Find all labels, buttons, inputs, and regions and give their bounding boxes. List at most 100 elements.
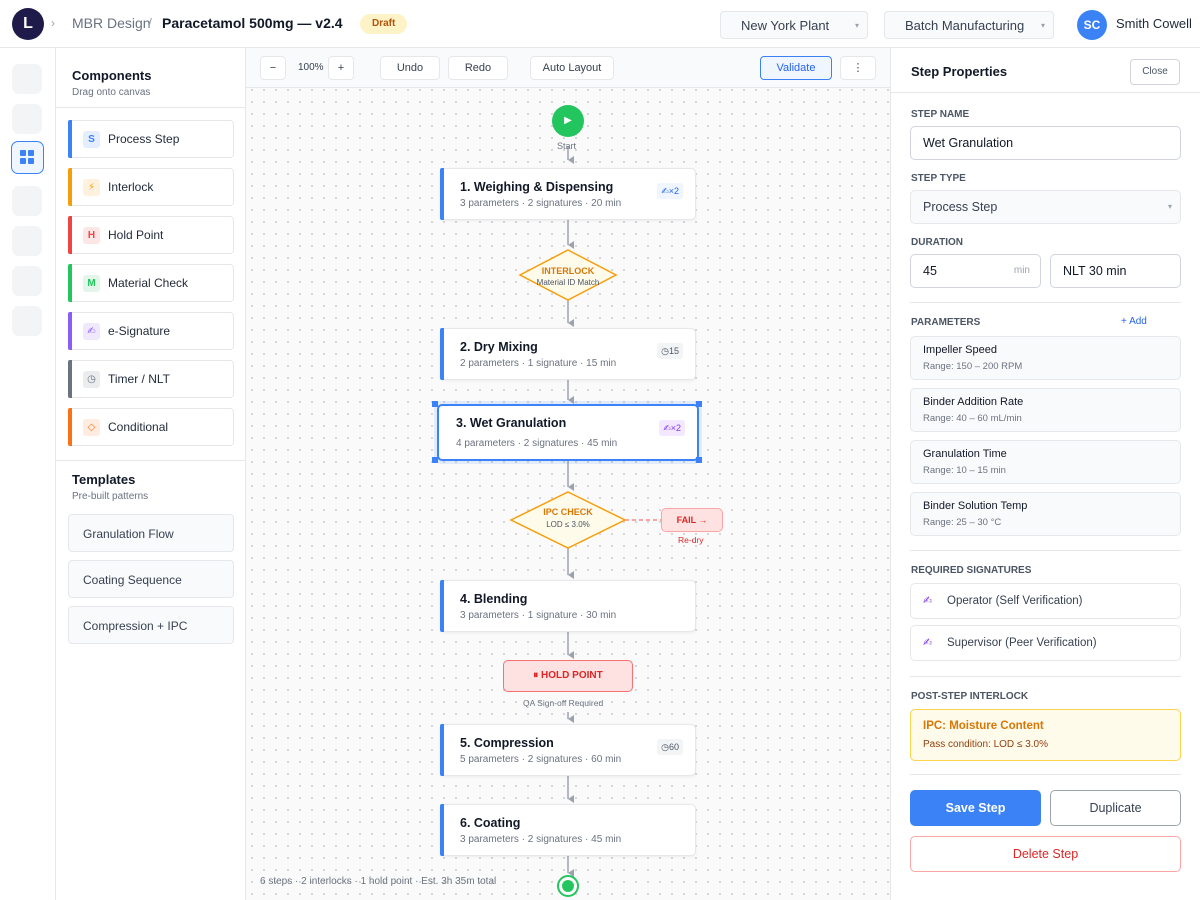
step-type-select[interactable]: Process Step ▾ [910,190,1181,224]
zoom-in-button[interactable]: + [328,56,354,80]
component-icon: M [83,275,100,292]
avatar[interactable]: SC [1077,10,1107,40]
resize-handle[interactable] [432,457,438,463]
parameter-item[interactable]: Binder Solution Temp Range: 25 – 30 °C [910,492,1181,536]
start-node[interactable]: ▶ [552,105,584,137]
step-accent-bar [440,804,444,856]
grid-icon [20,150,34,164]
app-logo[interactable]: L [12,8,44,40]
zoom-out-button[interactable]: − [260,56,286,80]
validate-button[interactable]: Validate [760,56,832,80]
hold-point-node[interactable]: ⏸ HOLD POINT [503,660,633,692]
parameter-name: Granulation Time [923,448,1007,460]
rail-item-4[interactable] [12,186,42,216]
template-item[interactable]: Compression + IPC [68,606,234,644]
rail-item-5[interactable] [12,226,42,256]
rail-item-2[interactable] [12,104,42,134]
divider [910,774,1181,775]
nlt-input[interactable]: NLT 30 min [1050,254,1181,288]
step-type-label: STEP TYPE [911,173,966,184]
template-label: Compression + IPC [83,619,188,633]
component-timer-nlt[interactable]: ◷ Timer / NLT [68,360,234,398]
process-select[interactable]: Batch Manufacturing ▾ [884,11,1054,39]
close-button[interactable]: Close [1130,59,1180,85]
fail-branch-tag[interactable]: FAIL → [661,508,723,532]
flow-step-3-selected[interactable]: 3. Wet Granulation 4 parameters · 2 sign… [437,404,699,461]
properties-header: Step Properties Close [891,48,1200,93]
component-icon: ✍ [83,323,100,340]
flow-summary: 6 steps · 2 interlocks · 1 hold point · … [260,876,497,887]
component-material-check[interactable]: M Material Check [68,264,234,302]
interlock-subtitle: Material ID Match [536,278,600,287]
divider [910,676,1181,677]
flow-step-2[interactable]: 2. Dry Mixing 2 parameters · 1 signature… [440,328,696,380]
parameter-name: Binder Solution Temp [923,500,1028,512]
component-process-step[interactable]: S Process Step [68,120,234,158]
resize-handle[interactable] [696,457,702,463]
component-label: Material Check [108,276,189,290]
component-e-signature[interactable]: ✍ e-Signature [68,312,234,350]
undo-button[interactable]: Undo [380,56,440,80]
parameter-name: Impeller Speed [923,344,997,356]
component-conditional[interactable]: ◇ Conditional [68,408,234,446]
end-node[interactable] [557,875,579,897]
signature-item[interactable]: ✍ Supervisor (Peer Verification) [910,625,1181,661]
components-title: Components [72,68,152,83]
flow-canvas[interactable]: − 100% + Undo Redo Auto Layout Validate … [246,48,890,900]
step-name-label: STEP NAME [911,109,970,120]
flow-step-5[interactable]: 5. Compression 5 parameters · 2 signatur… [440,724,696,776]
save-step-button[interactable]: Save Step [910,790,1041,826]
divider [56,460,246,461]
plant-select[interactable]: New York Plant ▾ [720,11,868,39]
breadcrumb-mbr-design[interactable]: MBR Design [72,15,151,31]
timer-badge: ◷60 [657,739,683,755]
step-accent-bar [440,168,444,220]
step-type-value: Process Step [923,200,998,214]
step-title: 1. Weighing & Dispensing [460,180,614,194]
parameter-item[interactable]: Impeller Speed Range: 150 – 200 RPM [910,336,1181,380]
flow-step-4[interactable]: 4. Blending 3 parameters · 1 signature ·… [440,580,696,632]
resize-handle[interactable] [432,401,438,407]
component-label: Timer / NLT [108,372,170,386]
more-options-button[interactable]: ⋮ [840,56,876,80]
component-label: Process Step [108,132,180,146]
parameter-item[interactable]: Binder Addition Rate Range: 40 – 60 mL/mi… [910,388,1181,432]
redo-button[interactable]: Redo [448,56,508,80]
rail-item-designer[interactable] [11,141,44,174]
template-item[interactable]: Coating Sequence [68,560,234,598]
resize-handle[interactable] [696,401,702,407]
top-bar: L › MBR Design / Paracetamol 500mg — v2.… [0,0,1200,48]
caret-down-icon: ▾ [1167,202,1172,211]
template-item[interactable]: Granulation Flow [68,514,234,552]
component-icon: ◇ [83,419,100,436]
page-title: Paracetamol 500mg — v2.4 [162,15,343,31]
rail-item-6[interactable] [12,266,42,296]
component-accent-bar [68,360,72,398]
component-accent-bar [68,264,72,302]
step-title: 6. Coating [460,816,521,830]
duplicate-button[interactable]: Duplicate [1050,790,1181,826]
post-step-interlock-card[interactable]: IPC: Moisture Content Pass condition: LO… [910,709,1181,761]
flow-step-6[interactable]: 6. Coating 3 parameters · 2 signatures ·… [440,804,696,856]
component-hold-point[interactable]: H Hold Point [68,216,234,254]
end-node-inner [562,880,574,892]
step-accent-bar [440,724,444,776]
rail-item-1[interactable] [12,64,42,94]
parameter-item[interactable]: Granulation Time Range: 10 – 15 min [910,440,1181,484]
user-name[interactable]: Smith Cowell [1116,16,1192,31]
component-interlock[interactable]: ⚡ Interlock [68,168,234,206]
signature-icon: ✍ [923,595,933,607]
duration-input[interactable]: 45 min [910,254,1041,288]
auto-layout-button[interactable]: Auto Layout [530,56,614,80]
component-icon: S [83,131,100,148]
ipc-check-title: IPC CHECK [543,507,593,517]
add-parameter-link[interactable]: + Add [1121,316,1147,327]
delete-step-button[interactable]: Delete Step [910,836,1181,872]
interlock-title: IPC: Moisture Content [923,720,1044,732]
step-name-input[interactable]: Wet Granulation [910,126,1181,160]
flow-step-1[interactable]: 1. Weighing & Dispensing 3 parameters · … [440,168,696,220]
rail-item-7[interactable] [12,306,42,336]
signature-item[interactable]: ✍ Operator (Self Verification) [910,583,1181,619]
templates-subtitle: Pre-built patterns [72,491,149,502]
caret-down-icon: ▾ [854,21,859,30]
